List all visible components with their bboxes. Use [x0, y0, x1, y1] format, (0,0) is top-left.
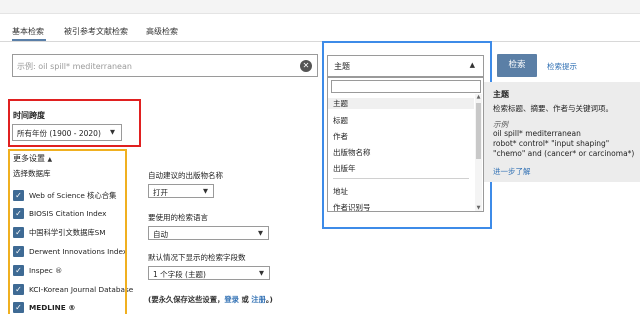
select-databases-label: 选择数据库 [13, 169, 51, 178]
autosuggest-label: 自动建议的出版物名称 [148, 171, 223, 180]
search-language-label: 要使用的检索语言 [148, 213, 208, 222]
search-language-value: 自动 [153, 230, 168, 239]
active-tab-indicator [12, 39, 46, 41]
timespan-select[interactable]: 所有年份 (1900 - 2020) ▼ [12, 124, 122, 141]
help-example-2: robot* control* "input shaping" [493, 139, 610, 148]
save-note-prefix: (要永久保存这些设置， [148, 295, 225, 304]
database-label: Web of Science 核心合集 [29, 191, 117, 200]
search-tabs: 基本检索 被引参考文献检索 高级检索 [0, 22, 640, 42]
search-button[interactable]: 检索 [497, 54, 537, 77]
database-label: Derwent Innovations Index [29, 247, 128, 256]
dropdown-divider [333, 178, 469, 179]
search-field-value: 主题 [334, 62, 350, 71]
default-fields-label: 默认情况下显示的检索字段数 [148, 253, 246, 262]
search-tips-link[interactable]: 检索提示 [547, 61, 577, 72]
save-note-suffix: 。) [265, 295, 273, 304]
search-language-select[interactable]: 自动 ▼ [148, 226, 269, 240]
dropdown-filter-input[interactable] [331, 80, 481, 93]
timespan-label: 时间跨度 [13, 111, 45, 120]
checkmark-icon: ✓ [13, 284, 24, 295]
default-fields-select[interactable]: 1 个字段 (主题) ▼ [148, 266, 270, 280]
tab-advanced-search[interactable]: 高级检索 [146, 26, 178, 37]
top-bar [0, 0, 640, 14]
help-example-1: oil spill* mediterranean [493, 129, 581, 138]
dropdown-option-address[interactable]: 地址 [333, 186, 348, 197]
dropdown-option-year-published[interactable]: 出版年 [333, 163, 356, 174]
register-link[interactable]: 注册 [251, 295, 266, 304]
login-link[interactable]: 登录 [224, 295, 239, 304]
checkmark-icon: ✓ [13, 190, 24, 201]
scroll-down-icon[interactable]: ▼ [475, 205, 482, 211]
checkmark-icon: ✓ [13, 246, 24, 257]
autosuggest-value: 打开 [153, 188, 168, 197]
database-label: 中国科学引文数据库SM [29, 228, 106, 237]
dropdown-option-author[interactable]: 作者 [333, 131, 348, 142]
chevron-down-icon: ▼ [203, 187, 208, 195]
search-field-dropdown: 主题 标题 作者 出版物名称 出版年 地址 作者识别号 ▲ ▼ [327, 77, 484, 212]
chevron-down-icon: ▼ [258, 229, 263, 237]
checkmark-icon: ✓ [13, 208, 24, 219]
caret-up-icon: ▲ [469, 61, 475, 69]
tab-cited-reference-search[interactable]: 被引参考文献检索 [64, 26, 128, 37]
help-description: 检索标题、摘要、作者与关键词项。 [493, 104, 613, 113]
checkmark-icon: ✓ [13, 302, 24, 313]
dropdown-scrollbar[interactable]: ▲ ▼ [475, 94, 482, 211]
checkmark-icon: ✓ [13, 227, 24, 238]
save-settings-note: (要永久保存这些设置，登录 或 注册。) [148, 295, 273, 305]
timespan-value: 所有年份 (1900 - 2020) [17, 129, 101, 138]
help-example-3: "chemo" and (cancer* or carcinoma*) [493, 149, 635, 158]
dropdown-option-author-identifier[interactable]: 作者识别号 [333, 202, 371, 213]
field-help-panel: 主题 检索标题、摘要、作者与关键词项。 示例 oil spill* medite… [484, 82, 640, 182]
help-title: 主题 [493, 90, 509, 99]
save-note-or: 或 [238, 295, 252, 304]
close-circle-icon[interactable]: ✕ [300, 60, 312, 72]
dropdown-option-title[interactable]: 标题 [333, 115, 348, 126]
tab-basic-search[interactable]: 基本检索 [12, 26, 44, 37]
chevron-down-icon: ▼ [110, 128, 115, 136]
caret-up-icon: ▲ [47, 156, 53, 163]
scrollbar-thumb[interactable] [476, 103, 481, 159]
checkmark-icon: ✓ [13, 265, 24, 276]
more-settings-label: 更多设置 [13, 154, 45, 163]
dropdown-option-publication-name[interactable]: 出版物名称 [333, 147, 371, 158]
search-box: ✕ [12, 54, 318, 77]
search-field-select[interactable]: 主题 ▲ [327, 55, 484, 77]
chevron-down-icon: ▼ [259, 269, 264, 277]
help-learn-more-link[interactable]: 进一步了解 [493, 166, 531, 177]
database-label: KCI-Korean Journal Database [29, 285, 134, 294]
more-settings-toggle[interactable]: 更多设置 ▲ [13, 153, 52, 164]
autosuggest-select[interactable]: 打开 ▼ [148, 184, 214, 198]
default-fields-value: 1 个字段 (主题) [153, 270, 206, 279]
dropdown-option-topic[interactable]: 主题 [328, 98, 474, 109]
database-label: Inspec ® [29, 266, 63, 275]
search-input[interactable] [17, 58, 297, 74]
database-label: MEDLINE ® [29, 303, 76, 312]
database-label: BIOSIS Citation Index [29, 209, 107, 218]
scroll-up-icon[interactable]: ▲ [475, 94, 482, 100]
